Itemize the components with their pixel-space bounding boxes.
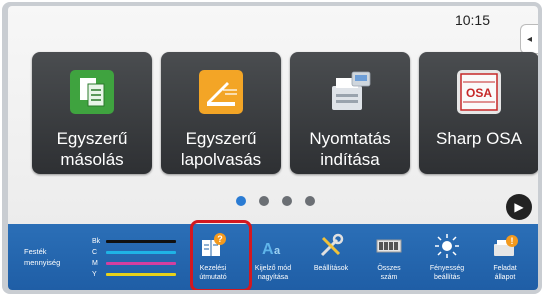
toner-row-m: M xyxy=(92,260,176,267)
next-page-button[interactable]: ▶ xyxy=(506,194,532,220)
page-dot[interactable] xyxy=(282,196,292,206)
job-status-button[interactable]: ! Feladat állapot xyxy=(477,228,533,288)
counter-icon xyxy=(376,239,402,253)
toner-level-panel[interactable]: Festék mennyiség Bk C M Y xyxy=(14,228,178,284)
tile-label: Egyszerű másolás xyxy=(56,129,128,169)
toner-bar xyxy=(106,240,176,243)
svg-text:a: a xyxy=(274,245,281,257)
tile-easy-scan[interactable]: Egyszerű lapolvasás xyxy=(161,52,281,174)
icon-label: Összes szám xyxy=(377,265,401,281)
tile-label: Egyszerű lapolvasás xyxy=(180,129,262,169)
app-tiles: Egyszerű másolás Egyszerű lapolvasás Nyo… xyxy=(32,52,538,176)
icon-label: Beállítások xyxy=(313,265,349,272)
icon-label: Feladat állapot xyxy=(493,265,517,281)
copy-icon xyxy=(70,70,114,114)
tile-sharp-osa[interactable]: OSA Sharp OSA xyxy=(419,52,538,174)
osa-icon: OSA xyxy=(457,70,501,114)
icon-label: Fényesség beállítás xyxy=(429,265,465,281)
display-zoom-icon: A a xyxy=(262,241,281,258)
highlight-frame xyxy=(190,220,252,290)
page-indicator xyxy=(236,196,315,206)
svg-text:!: ! xyxy=(511,236,514,246)
brightness-button[interactable]: Fényesség beállítás xyxy=(419,228,475,288)
svg-text:OSA: OSA xyxy=(466,86,492,100)
tile-print-start[interactable]: Nyomtatás indítása xyxy=(290,52,410,174)
scan-icon xyxy=(199,70,243,114)
tile-label: Sharp OSA xyxy=(436,129,522,148)
brightness-icon xyxy=(435,234,459,258)
touch-screen: 10:15 ◂ Egyszerű másolás Egyszerű lapolv… xyxy=(8,6,538,290)
toner-row-c: C xyxy=(92,249,176,256)
toner-row-y: Y xyxy=(92,271,176,278)
toner-row-bk: Bk xyxy=(92,238,176,245)
icon-label: Kijelző mód nagyítása xyxy=(254,265,292,281)
toner-bar xyxy=(106,262,176,265)
display-zoom-button[interactable]: A a Kijelző mód nagyítása xyxy=(245,228,301,288)
toner-title: Festék mennyiség xyxy=(24,247,61,267)
svg-text:A: A xyxy=(262,241,274,258)
toner-bar xyxy=(106,251,176,254)
job-status-icon: ! xyxy=(494,235,518,256)
settings-tools-icon xyxy=(320,233,344,257)
printer-icon xyxy=(332,71,371,110)
clock: 10:15 xyxy=(454,12,490,28)
total-count-button[interactable]: Összes szám xyxy=(361,228,417,288)
settings-button[interactable]: Beállítások xyxy=(303,228,359,288)
side-panel-tab[interactable]: ◂ xyxy=(520,24,538,54)
bottom-shortcut-bar: Festék mennyiség Bk C M Y ? Kezelési útm… xyxy=(8,224,538,290)
page-dot[interactable] xyxy=(305,196,315,206)
tile-label: Nyomtatás indítása xyxy=(309,129,391,169)
tile-easy-copy[interactable]: Egyszerű másolás xyxy=(32,52,152,174)
page-dot-active[interactable] xyxy=(236,196,246,206)
page-dot[interactable] xyxy=(259,196,269,206)
toner-bar xyxy=(106,273,176,276)
